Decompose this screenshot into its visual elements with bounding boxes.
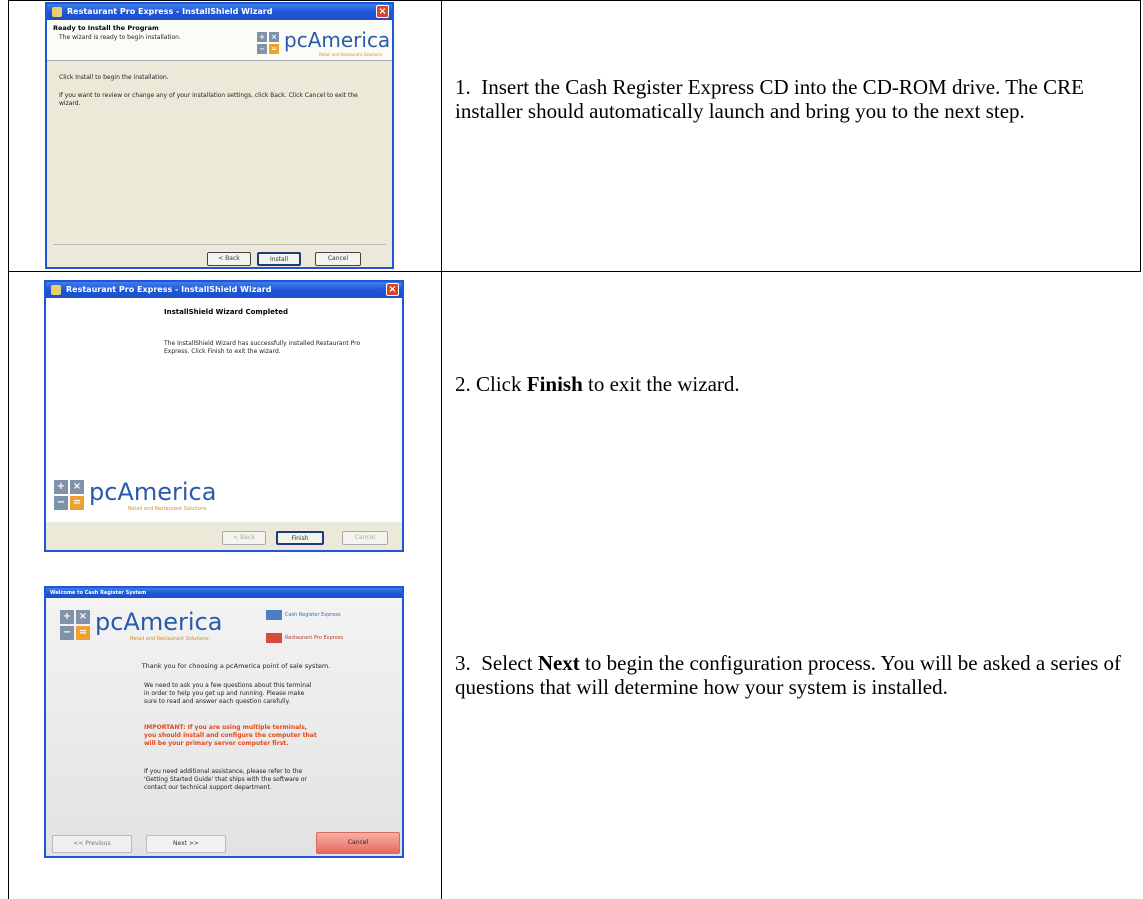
window-titlebar: Welcome to Cash Register System: [46, 588, 402, 598]
window-titlebar: Restaurant Pro Express - InstallShield W…: [47, 4, 392, 20]
table-left-border: [8, 0, 9, 899]
next-button[interactable]: Next >>: [146, 835, 226, 853]
important-note: IMPORTANT: If you are using multiple ter…: [144, 724, 317, 747]
app-icon: [52, 7, 62, 17]
finish-button[interactable]: Finish: [276, 531, 324, 545]
step-1-text: 1. Insert the Cash Register Express CD i…: [455, 75, 1084, 123]
table-row-divider: [8, 271, 1141, 272]
logo-tiles-icon: + × − =: [257, 31, 279, 54]
product-cre-link[interactable]: Cash Register Express: [266, 610, 341, 620]
install-button[interactable]: Install: [257, 252, 301, 266]
logo-tiles-icon: + × − =: [54, 480, 84, 510]
intro-paragraph: We need to ask you a few questions about…: [144, 682, 312, 705]
cancel-button[interactable]: Cancel: [316, 832, 400, 854]
ready-to-install-window: Restaurant Pro Express - InstallShield W…: [45, 2, 394, 269]
product-rpe-link[interactable]: Restaurant Pro Express: [266, 633, 343, 643]
next-keyword: Next: [537, 651, 580, 675]
pcamerica-logo: + × − = pcAmerica Retail and Restaurant So…: [60, 608, 222, 642]
finish-keyword: Finish: [526, 372, 583, 396]
pcamerica-logo: + × − = pcAmerica Retail and Restaurant So…: [54, 478, 216, 512]
assistance-paragraph: If you need additional assistance, pleas…: [144, 768, 307, 791]
cre-icon: [266, 610, 282, 620]
close-icon[interactable]: ×: [386, 283, 399, 296]
cancel-button[interactable]: Cancel: [315, 252, 361, 266]
table-right-border: [1140, 0, 1141, 272]
completed-body: The InstallShield Wizard has successfull…: [164, 340, 361, 355]
installshield-divider: [53, 244, 386, 245]
logo-tiles-icon: + × − =: [60, 610, 90, 640]
previous-button[interactable]: << Previous: [52, 835, 132, 853]
step-2-text: 2. Click Finish to exit the wizard.: [455, 372, 740, 396]
completed-heading: InstallShield Wizard Completed: [164, 308, 288, 316]
close-icon[interactable]: ×: [376, 5, 389, 18]
step-3-text: 3. Select Next to begin the configuratio…: [455, 651, 1122, 699]
cancel-button[interactable]: Cancel: [342, 531, 388, 545]
header-subtitle: The wizard is ready to begin installatio…: [59, 34, 181, 41]
window-titlebar: Restaurant Pro Express - InstallShield W…: [46, 282, 402, 298]
content-panel: InstallShield Wizard Completed The Insta…: [46, 298, 402, 522]
rpe-icon: [266, 633, 282, 643]
pcamerica-logo: + × − = pcAmerica Retail and Restaurant So…: [257, 28, 390, 57]
header-title: Ready to Install the Program: [53, 24, 159, 32]
install-instruction: Click Install to begin the installation.: [59, 74, 169, 81]
thanks-text: Thank you for choosing a pcAmerica point…: [141, 662, 331, 670]
back-button[interactable]: < Back: [207, 252, 251, 266]
table-top-border: [8, 0, 1141, 1]
welcome-window: Welcome to Cash Register System + × − = pc…: [44, 586, 404, 858]
wizard-completed-window: Restaurant Pro Express - InstallShield W…: [44, 280, 404, 552]
app-icon: [51, 285, 61, 295]
review-instruction: If you want to review or change any of y…: [59, 92, 358, 107]
header-band: Ready to Install the Program The wizard …: [47, 20, 392, 61]
table-column-divider: [441, 0, 442, 899]
back-button[interactable]: < Back: [222, 531, 266, 545]
